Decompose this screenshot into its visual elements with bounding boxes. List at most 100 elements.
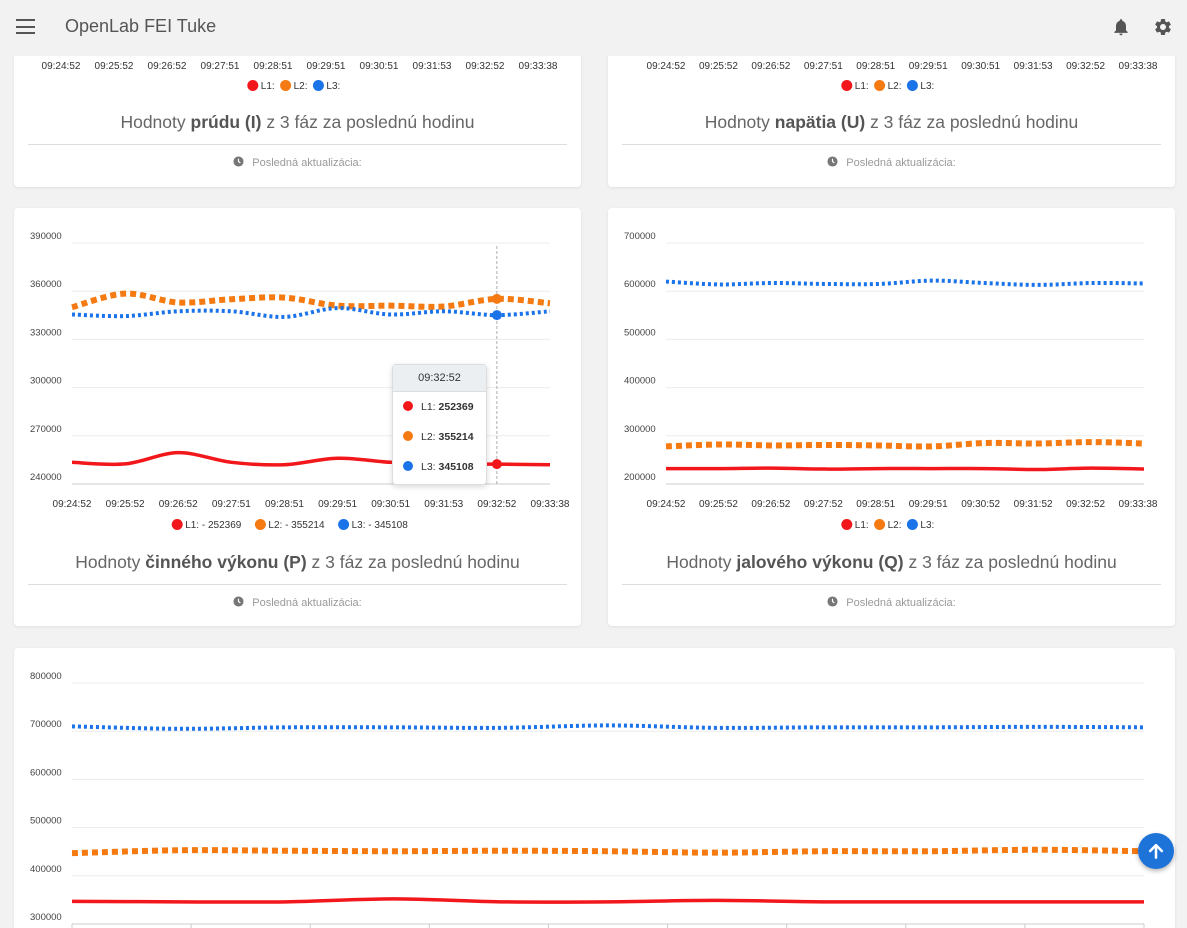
- legend-dot-l1: [841, 80, 853, 91]
- x-tick-label: 09:33:38: [1119, 61, 1158, 72]
- menu-icon[interactable]: [16, 19, 35, 34]
- series-line-l2: [71, 290, 551, 311]
- legend-label-l2: L2:: [888, 81, 902, 92]
- hover-point-l2: [491, 293, 502, 304]
- active-power-chart-title: Hodnoty činného výkonu (P) z 3 fáz za po…: [75, 552, 520, 572]
- y-tick-label: 400000: [624, 376, 656, 387]
- x-tick-label: 09:33:38: [531, 499, 570, 510]
- active-power-chart-card: 390000 360000 330000 300000 270000 240000 09:2…: [14, 208, 581, 626]
- x-tick-label: 09:28:51: [856, 61, 895, 72]
- y-tick-label: 300000: [624, 424, 656, 435]
- last-update-footer: Posledná aktualizácia:: [622, 584, 1161, 609]
- x-tick-label: 09:33:38: [519, 61, 558, 72]
- legend-label-l1: L1:: [855, 520, 869, 531]
- legend-dot-l3: [338, 519, 350, 530]
- x-tick-label: 09:24:52: [42, 61, 81, 72]
- legend-dot-l1: [247, 80, 259, 91]
- legend-dot-l2: [874, 519, 886, 530]
- y-tick-label: 330000: [30, 327, 62, 338]
- x-tick-label: 09:30:52: [961, 499, 1000, 510]
- legend-dot-l3: [906, 80, 918, 91]
- x-tick-label: 09:33:38: [1119, 499, 1158, 510]
- x-tick-label: 09:25:52: [699, 499, 738, 510]
- tooltip-row-l2: L2: 355214: [393, 422, 486, 452]
- apparent-power-chart-card: 800000 700000 600000 500000 400000 300000: [14, 648, 1175, 928]
- legend-label-l1: L1:: [855, 81, 869, 92]
- legend-label-l3: L3: - 345108: [352, 520, 409, 531]
- app-title[interactable]: OpenLab FEI Tuke: [65, 16, 216, 37]
- x-tick-label: 09:26:52: [751, 61, 790, 72]
- legend-label-l2: L2:: [888, 520, 902, 531]
- y-tick-label: 200000: [624, 472, 656, 483]
- chart-tooltip: 09:32:52 L1: 252369 L2: 355214 L3: 34510…: [392, 364, 487, 485]
- x-tick-label: 09:25:52: [699, 61, 738, 72]
- y-tick-label: 600000: [624, 279, 656, 290]
- x-tick-label: 09:28:51: [254, 61, 293, 72]
- legend-label-l2: L2: - 355214: [268, 520, 325, 531]
- x-tick-label: 09:27:51: [201, 61, 240, 72]
- y-tick-label: 300000: [30, 376, 62, 387]
- reactive-power-chart-title: Hodnoty jalového výkonu (Q) z 3 fáz za p…: [666, 552, 1117, 572]
- x-tick-label: 09:29:51: [909, 61, 948, 72]
- y-tick-label: 700000: [30, 719, 62, 730]
- y-tick-label: 500000: [30, 816, 62, 827]
- x-tick-label: 09:29:51: [307, 61, 346, 72]
- x-tick-label: 09:30:51: [360, 61, 399, 72]
- current-chart-card: 09:24:52 09:25:52 09:26:52 09:27:51 09:28:51…: [14, 40, 581, 187]
- legend-dot-l3: [312, 80, 324, 91]
- bell-icon[interactable]: [1111, 17, 1131, 37]
- x-tick-label: 09:32:52: [477, 499, 516, 510]
- clock-icon: [827, 156, 838, 167]
- last-update-footer: Posledná aktualizácia:: [28, 584, 567, 609]
- arrow-up-icon: [1148, 843, 1164, 859]
- x-tick-label: 09:27:51: [212, 499, 251, 510]
- y-tick-label: 390000: [30, 231, 62, 242]
- x-tick-label: 09:32:52: [1066, 499, 1105, 510]
- x-tick-label: 09:29:51: [909, 499, 948, 510]
- x-tick-label: 09:27:51: [804, 61, 843, 72]
- legend-label-l3: L3:: [920, 81, 934, 92]
- active-power-chart[interactable]: 390000 360000 330000 300000 270000 240000 09:2…: [14, 208, 581, 538]
- last-update-footer: Posledná aktualizácia:: [622, 144, 1161, 169]
- legend-label-l1: L1:: [261, 81, 275, 92]
- series-line-l2: [665, 439, 1145, 450]
- legend-dot-l1: [841, 519, 853, 530]
- x-tick-label: 09:28:51: [856, 499, 895, 510]
- series-line-l3: [71, 723, 1145, 731]
- reactive-power-chart-card: 700000 600000 500000 400000 300000 200000 09:2…: [608, 208, 1175, 626]
- x-tick-label: 09:30:51: [371, 499, 410, 510]
- apparent-power-chart[interactable]: 800000 700000 600000 500000 400000 300000: [14, 648, 1175, 928]
- gear-icon[interactable]: [1153, 17, 1173, 37]
- x-tick-label: 09:26:52: [751, 499, 790, 510]
- voltage-chart-card: 09:24:52 09:25:52 09:26:52 09:27:51 09:28:51…: [608, 40, 1175, 187]
- scroll-to-top-button[interactable]: [1138, 833, 1174, 869]
- legend-dot-l3: [906, 519, 918, 530]
- top-navbar: OpenLab FEI Tuke: [0, 0, 1187, 56]
- x-tick-label: 09:24:52: [53, 499, 92, 510]
- x-tick-label: 09:31:52: [1014, 499, 1053, 510]
- clock-icon: [233, 156, 244, 167]
- legend-dot-l1: [171, 519, 183, 530]
- x-tick-label: 09:32:52: [1066, 61, 1105, 72]
- voltage-chart-title: Hodnoty napätia (U) z 3 fáz za poslednú …: [704, 112, 1079, 132]
- last-update-footer: Posledná aktualizácia:: [28, 144, 567, 169]
- legend-label-l1: L1: - 252369: [185, 520, 242, 531]
- x-tick-label: 09:26:52: [148, 61, 187, 72]
- x-tick-label: 09:29:51: [318, 499, 357, 510]
- series-line-l1: [71, 897, 1144, 904]
- series-line-l1: [665, 466, 1145, 472]
- reactive-power-chart[interactable]: 700000 600000 500000 400000 300000 200000 09:2…: [608, 208, 1175, 538]
- legend-dot-l2: [280, 80, 292, 91]
- current-chart-title: Hodnoty prúdu (I) z 3 fáz za poslednú ho…: [120, 112, 475, 132]
- x-tick-label: 09:24:52: [647, 61, 686, 72]
- x-tick-label: 09:30:51: [961, 61, 1000, 72]
- y-tick-label: 300000: [30, 912, 62, 923]
- y-tick-label: 700000: [624, 231, 656, 242]
- x-tick-label: 09:31:53: [424, 499, 463, 510]
- x-tick-label: 09:31:53: [1014, 61, 1053, 72]
- x-tick-label: 09:28:51: [265, 499, 304, 510]
- series-line-l3: [665, 278, 1145, 287]
- x-tick-label: 09:25:52: [106, 499, 145, 510]
- y-tick-label: 500000: [624, 327, 656, 338]
- x-tick-label: 09:26:52: [159, 499, 198, 510]
